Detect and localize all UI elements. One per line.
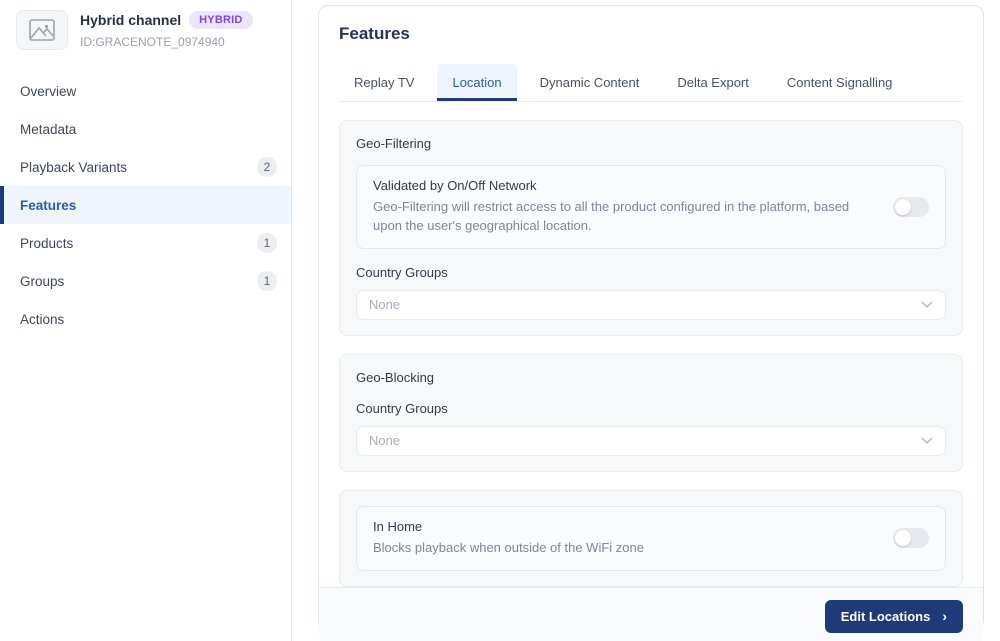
features-card: Features Replay TV Location Dynamic Cont…: [318, 5, 984, 630]
in-home-card: In Home Blocks playback when outside of …: [356, 506, 946, 571]
channel-type-badge: HYBRID: [189, 11, 252, 29]
count-badge: 1: [257, 233, 277, 253]
toggle-knob: [895, 199, 911, 215]
geo-filtering-section: Geo-Filtering Validated by On/Off Networ…: [339, 120, 963, 336]
count-badge: 2: [257, 157, 277, 177]
on-off-network-text: Validated by On/Off Network Geo-Filterin…: [373, 178, 869, 236]
sidebar-item-products[interactable]: Products 1: [0, 224, 291, 262]
chevron-down-icon: [921, 437, 933, 445]
sidebar-item-label: Products: [20, 236, 73, 251]
sidebar-item-label: Actions: [20, 312, 64, 327]
geo-filtering-country-groups-select[interactable]: None: [356, 290, 946, 320]
sidebar-item-label: Playback Variants: [20, 160, 127, 175]
in-home-section: In Home Blocks playback when outside of …: [339, 490, 963, 587]
sidebar-item-label: Features: [20, 198, 76, 213]
feature-tabs: Replay TV Location Dynamic Content Delta…: [339, 64, 963, 102]
tab-delta-export[interactable]: Delta Export: [662, 64, 764, 101]
geo-blocking-section: Geo-Blocking Country Groups None: [339, 354, 963, 472]
sidebar-nav: Overview Metadata Playback Variants 2 Fe…: [0, 72, 291, 338]
image-placeholder-icon: [29, 19, 55, 41]
on-off-network-card: Validated by On/Off Network Geo-Filterin…: [356, 165, 946, 249]
in-home-description: Blocks playback when outside of the WiFi…: [373, 539, 644, 558]
channel-thumbnail: [16, 10, 68, 50]
sidebar-item-label: Overview: [20, 84, 76, 99]
geo-blocking-title: Geo-Blocking: [356, 370, 946, 385]
main-area: Features Replay TV Location Dynamic Cont…: [292, 0, 1000, 641]
select-value: None: [369, 433, 400, 448]
sidebar-item-actions[interactable]: Actions: [0, 300, 291, 338]
sidebar: Hybrid channel HYBRID ID:GRACENOTE_09749…: [0, 0, 292, 641]
channel-id: ID:GRACENOTE_0974940: [80, 35, 253, 49]
tab-content-signalling[interactable]: Content Signalling: [772, 64, 908, 101]
tab-location[interactable]: Location: [437, 64, 516, 101]
page-title: Features: [339, 24, 963, 44]
channel-title: Hybrid channel: [80, 12, 181, 28]
on-off-network-title: Validated by On/Off Network: [373, 178, 869, 193]
edit-locations-label: Edit Locations: [841, 609, 931, 624]
sidebar-item-groups[interactable]: Groups 1: [0, 262, 291, 300]
tab-replay-tv[interactable]: Replay TV: [339, 64, 429, 101]
geo-blocking-country-groups-select[interactable]: None: [356, 426, 946, 456]
edit-locations-button[interactable]: Edit Locations ›: [825, 600, 963, 633]
channel-meta: Hybrid channel HYBRID ID:GRACENOTE_09749…: [80, 10, 253, 49]
sidebar-item-overview[interactable]: Overview: [0, 72, 291, 110]
card-footer: Edit Locations ›: [319, 587, 983, 641]
sidebar-item-metadata[interactable]: Metadata: [0, 110, 291, 148]
sidebar-item-features[interactable]: Features: [0, 186, 291, 224]
sidebar-item-label: Groups: [20, 274, 64, 289]
toggle-knob: [895, 530, 911, 546]
select-value: None: [369, 297, 400, 312]
sidebar-item-label: Metadata: [20, 122, 76, 137]
chevron-down-icon: [921, 301, 933, 309]
tab-dynamic-content[interactable]: Dynamic Content: [525, 64, 655, 101]
in-home-title: In Home: [373, 519, 644, 534]
channel-header: Hybrid channel HYBRID ID:GRACENOTE_09749…: [0, 8, 291, 64]
chevron-right-icon: ›: [942, 609, 947, 623]
in-home-toggle[interactable]: [893, 528, 929, 548]
country-groups-label: Country Groups: [356, 401, 946, 416]
sidebar-item-playback-variants[interactable]: Playback Variants 2: [0, 148, 291, 186]
on-off-network-toggle[interactable]: [893, 197, 929, 217]
in-home-text: In Home Blocks playback when outside of …: [373, 519, 644, 558]
geo-filtering-title: Geo-Filtering: [356, 136, 946, 151]
on-off-network-description: Geo-Filtering will restrict access to al…: [373, 198, 869, 236]
country-groups-label: Country Groups: [356, 265, 946, 280]
count-badge: 1: [257, 271, 277, 291]
